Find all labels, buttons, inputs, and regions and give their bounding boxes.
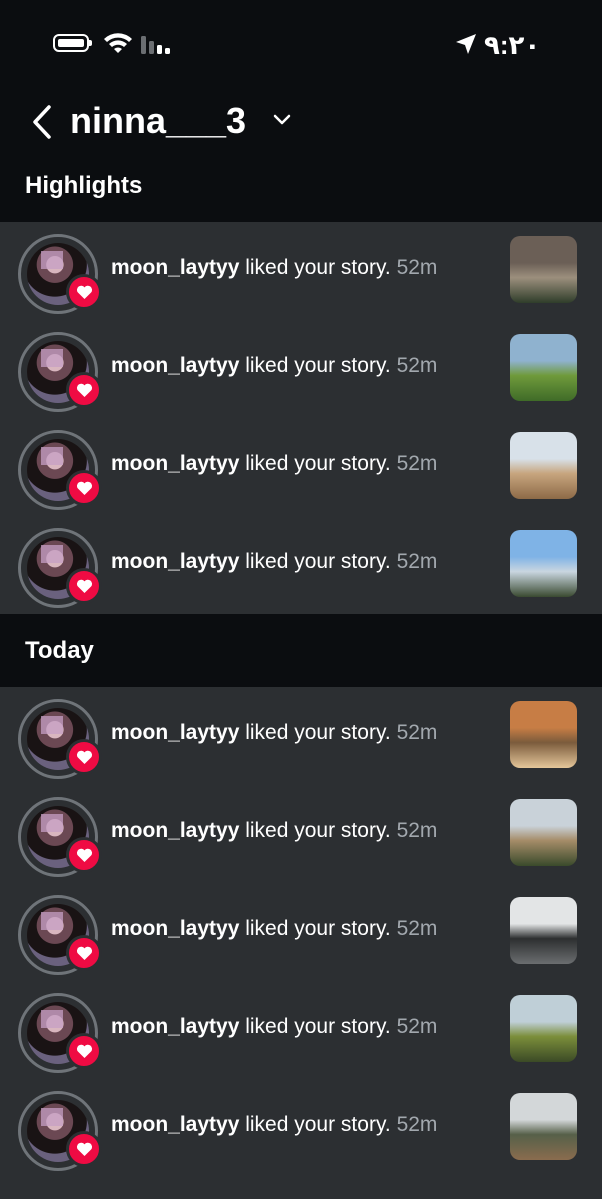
notification-message: liked your story. bbox=[239, 917, 397, 940]
heart-icon bbox=[66, 935, 102, 971]
header: ninna___3 bbox=[0, 90, 602, 154]
location-arrow-icon bbox=[456, 34, 476, 54]
notification-row[interactable]: moon_laytyy liked your story. 52m bbox=[0, 418, 602, 516]
notification-text: moon_laytyy liked your story. 52m bbox=[111, 819, 437, 843]
story-thumbnail[interactable] bbox=[510, 1093, 577, 1160]
notification-row[interactable]: moon_laytyy liked your story. 52m bbox=[0, 785, 602, 883]
notification-text: moon_laytyy liked your story. 52m bbox=[111, 550, 437, 574]
story-thumbnail[interactable] bbox=[510, 432, 577, 499]
notification-row[interactable]: moon_laytyy liked your story. 52m bbox=[0, 1079, 602, 1177]
heart-icon bbox=[66, 1033, 102, 1069]
heart-icon bbox=[66, 739, 102, 775]
notification-text: moon_laytyy liked your story. 52m bbox=[111, 721, 437, 745]
notification-row[interactable]: moon_laytyy liked your story. 52m bbox=[0, 981, 602, 1079]
username[interactable]: moon_laytyy bbox=[111, 1113, 239, 1136]
story-thumbnail[interactable] bbox=[510, 334, 577, 401]
heart-icon bbox=[66, 1131, 102, 1167]
story-thumbnail[interactable] bbox=[510, 799, 577, 866]
notification-message: liked your story. bbox=[239, 550, 397, 573]
section-title-highlights: Highlights bbox=[25, 172, 143, 199]
notification-message: liked your story. bbox=[239, 1015, 397, 1038]
notification-row[interactable]: moon_laytyy liked your story. 52m bbox=[0, 883, 602, 981]
username[interactable]: moon_laytyy bbox=[111, 256, 239, 279]
notification-time: 52m bbox=[396, 721, 438, 744]
notification-time: 52m bbox=[396, 256, 438, 279]
story-thumbnail[interactable] bbox=[510, 236, 577, 303]
username[interactable]: moon_laytyy bbox=[111, 452, 239, 475]
today-list: moon_laytyy liked your story. 52m moon_l… bbox=[0, 687, 602, 1199]
back-arrow-icon[interactable] bbox=[30, 104, 54, 140]
notification-message: liked your story. bbox=[239, 256, 397, 279]
story-thumbnail[interactable] bbox=[510, 530, 577, 597]
highlights-list: moon_laytyy liked your story. 52m moon_l… bbox=[0, 222, 602, 614]
story-thumbnail[interactable] bbox=[510, 897, 577, 964]
notification-time: 52m bbox=[396, 917, 438, 940]
username[interactable]: moon_laytyy bbox=[111, 550, 239, 573]
notification-row[interactable]: moon_laytyy liked your story. 52m bbox=[0, 516, 602, 614]
heart-icon bbox=[66, 568, 102, 604]
username[interactable]: moon_laytyy bbox=[111, 819, 239, 842]
notification-message: liked your story. bbox=[239, 354, 397, 377]
notification-time: 52m bbox=[396, 819, 438, 842]
notification-message: liked your story. bbox=[239, 721, 397, 744]
notification-text: moon_laytyy liked your story. 52m bbox=[111, 1113, 437, 1137]
notification-message: liked your story. bbox=[239, 452, 397, 475]
notification-text: moon_laytyy liked your story. 52m bbox=[111, 256, 437, 280]
battery-icon bbox=[53, 34, 92, 52]
notification-text: moon_laytyy liked your story. 52m bbox=[111, 1015, 437, 1039]
wifi-icon bbox=[104, 33, 132, 53]
notification-time: 52m bbox=[396, 354, 438, 377]
notification-time: 52m bbox=[396, 1015, 438, 1038]
username[interactable]: moon_laytyy bbox=[111, 1015, 239, 1038]
heart-icon bbox=[66, 274, 102, 310]
heart-icon bbox=[66, 470, 102, 506]
notification-time: 52m bbox=[396, 550, 438, 573]
notification-row[interactable]: moon_laytyy liked your story. 52m bbox=[0, 222, 602, 320]
notification-row[interactable]: moon_laytyy liked your story. 52m bbox=[0, 687, 602, 785]
status-time: ٩:٢٠ bbox=[484, 30, 541, 60]
chevron-down-icon[interactable] bbox=[273, 112, 291, 126]
notification-time: 52m bbox=[396, 1113, 438, 1136]
signal-icon bbox=[141, 36, 170, 54]
notification-text: moon_laytyy liked your story. 52m bbox=[111, 917, 437, 941]
account-name[interactable]: ninna___3 bbox=[70, 100, 246, 142]
notification-text: moon_laytyy liked your story. 52m bbox=[111, 452, 437, 476]
status-bar: ٩:٢٠ bbox=[0, 0, 602, 90]
username[interactable]: moon_laytyy bbox=[111, 917, 239, 940]
username[interactable]: moon_laytyy bbox=[111, 721, 239, 744]
notification-message: liked your story. bbox=[239, 819, 397, 842]
notification-row[interactable]: moon_laytyy liked your story. 52m bbox=[0, 320, 602, 418]
section-title-today: Today bbox=[25, 637, 94, 664]
notification-time: 52m bbox=[396, 452, 438, 475]
heart-icon bbox=[66, 837, 102, 873]
notification-message: liked your story. bbox=[239, 1113, 397, 1136]
story-thumbnail[interactable] bbox=[510, 995, 577, 1062]
username[interactable]: moon_laytyy bbox=[111, 354, 239, 377]
heart-icon bbox=[66, 372, 102, 408]
notification-text: moon_laytyy liked your story. 52m bbox=[111, 354, 437, 378]
story-thumbnail[interactable] bbox=[510, 701, 577, 768]
